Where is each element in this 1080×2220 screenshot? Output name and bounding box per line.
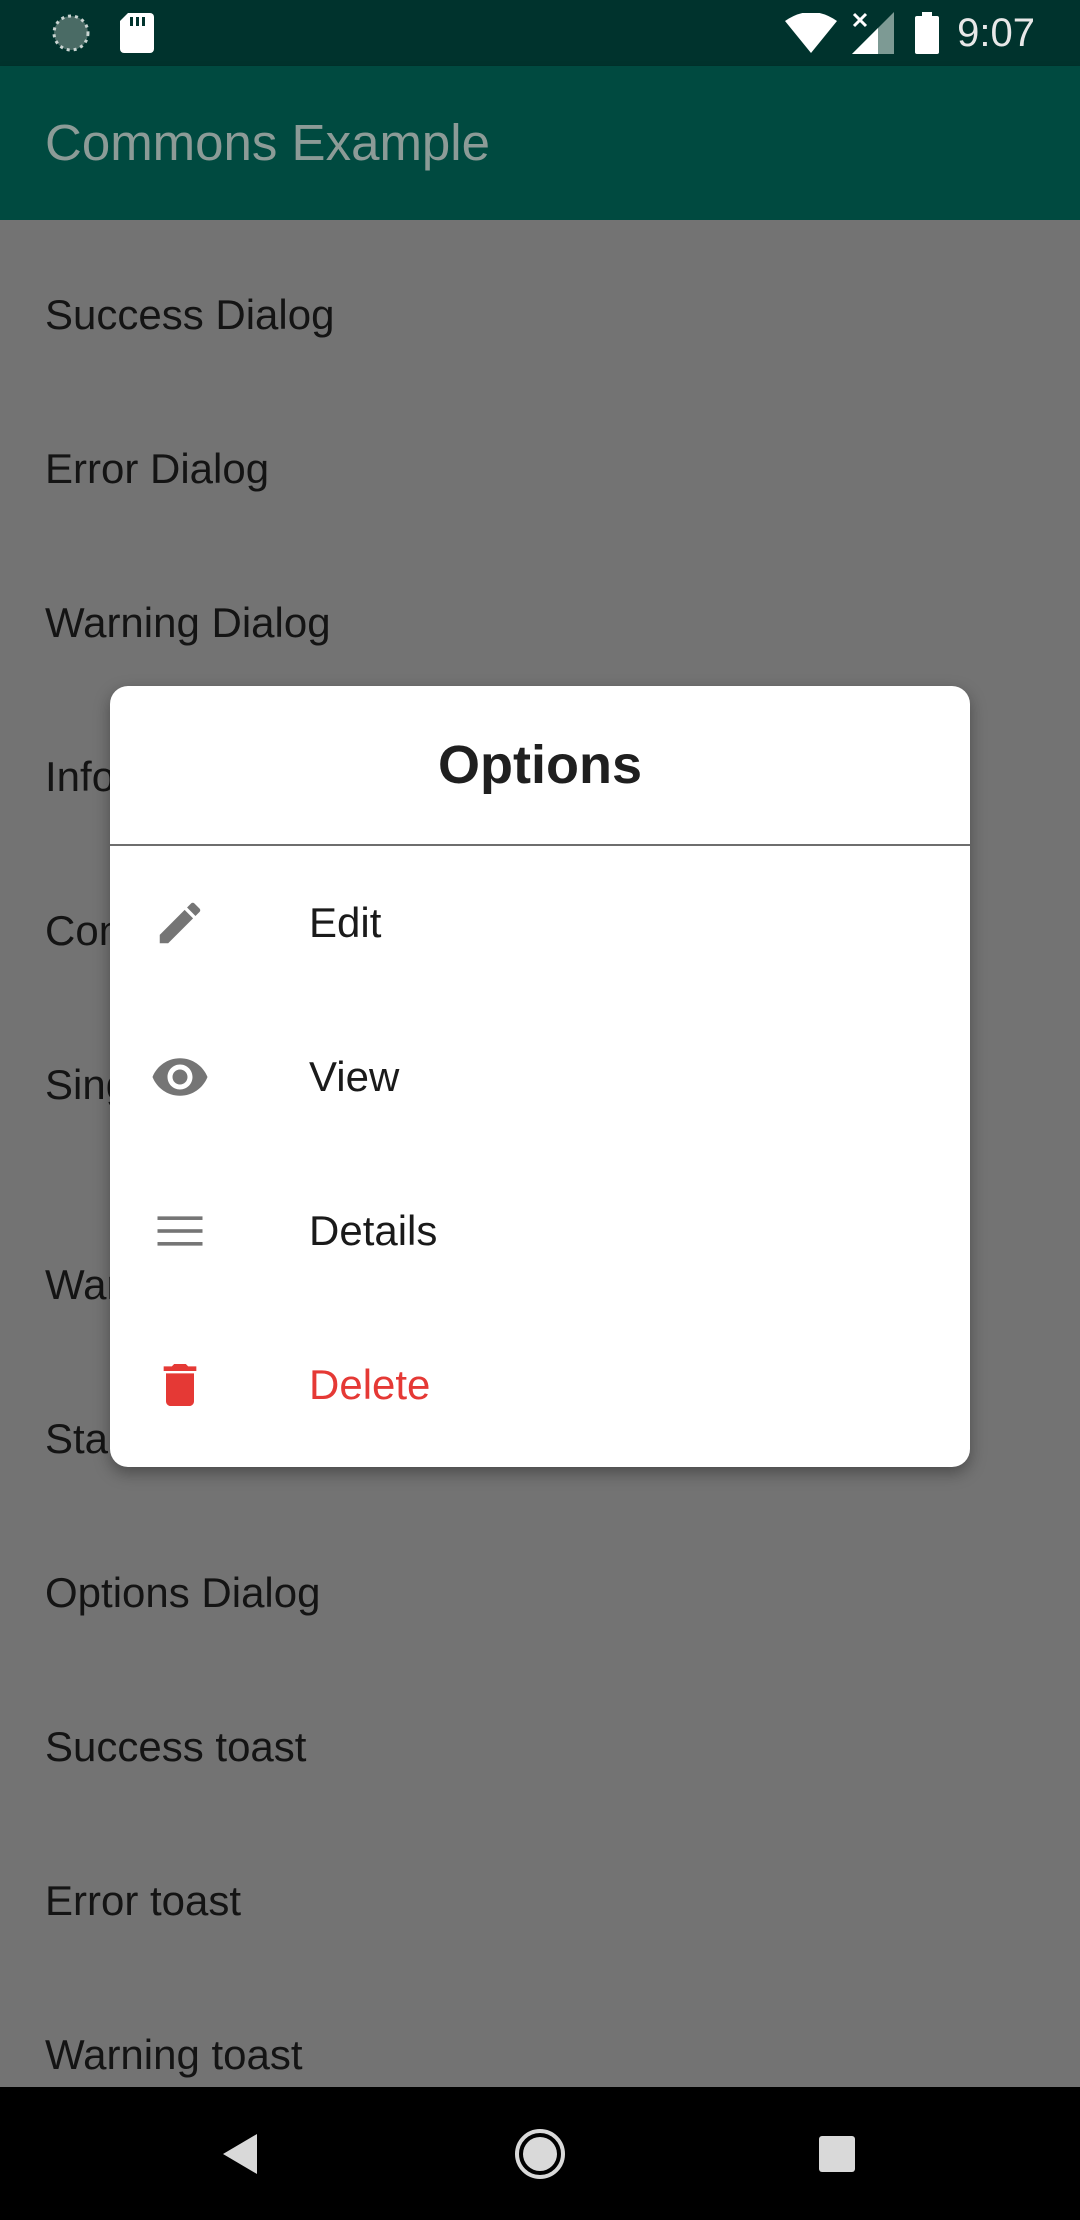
eye-icon [150, 1047, 210, 1107]
list-item[interactable]: Success Dialog [45, 285, 334, 345]
option-label: Details [309, 1207, 438, 1254]
list-item[interactable]: Warning Dialog [45, 593, 331, 653]
option-label: Edit [309, 899, 382, 946]
loading-icon [50, 0, 92, 66]
app-title: Commons Example [45, 114, 490, 171]
option-label: Delete [309, 1361, 431, 1408]
navigation-bar [0, 2087, 1080, 2220]
option-delete[interactable]: Delete [110, 1308, 970, 1462]
option-view[interactable]: View [110, 1000, 970, 1154]
signal-no-data-icon [852, 0, 894, 66]
trash-icon [150, 1355, 210, 1415]
menu-lines-icon [150, 1201, 210, 1261]
list-item[interactable]: Error toast [45, 1871, 241, 1931]
status-bar: 9:07 [0, 0, 1080, 66]
list-item[interactable]: Warning toast [45, 2025, 303, 2085]
options-dialog: Options Edit View Details Delete [110, 686, 970, 1467]
option-label: View [309, 1053, 400, 1100]
app-bar: Commons Example [0, 66, 1080, 220]
home-icon[interactable] [480, 2087, 600, 2220]
clock: 9:07 [957, 11, 1035, 55]
wifi-icon [785, 0, 837, 66]
list-item[interactable]: Options Dialog [45, 1563, 320, 1623]
sd-card-icon [120, 0, 154, 66]
pencil-icon [150, 893, 210, 953]
recents-icon[interactable] [777, 2087, 897, 2220]
option-details[interactable]: Details [110, 1154, 970, 1308]
option-edit[interactable]: Edit [110, 846, 970, 1000]
battery-icon [915, 0, 939, 66]
dialog-title: Options [438, 735, 642, 795]
list-item[interactable]: Error Dialog [45, 439, 269, 499]
back-icon[interactable] [181, 2087, 301, 2220]
list-item[interactable]: Success toast [45, 1717, 306, 1777]
